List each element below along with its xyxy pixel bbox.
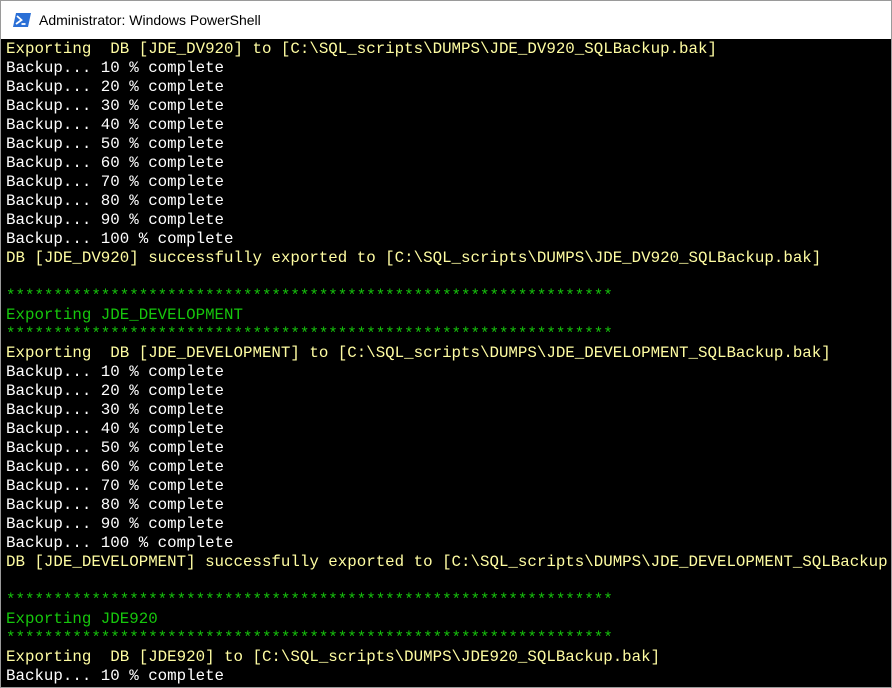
console-line: DB [JDE_DV920] successfully exported to …: [6, 249, 822, 267]
console-line: Backup... 90 % complete: [6, 515, 225, 533]
console-lines: Exporting DB [JDE_DV920] to [C:\SQL_scri…: [6, 40, 892, 687]
console-line: Backup... 50 % complete: [6, 439, 225, 457]
console-line: Backup... 40 % complete: [6, 420, 225, 438]
console-line: Exporting DB [JDE_DEVELOPMENT] to [C:\SQ…: [6, 344, 831, 362]
console-line: Exporting DB [JDE920] to [C:\SQL_scripts…: [6, 648, 661, 666]
console-line: ****************************************…: [6, 629, 613, 647]
console-line: Exporting JDE920: [6, 610, 158, 628]
powershell-icon: [13, 13, 31, 27]
console-line: Backup... 80 % complete: [6, 192, 225, 210]
console-line: Backup... 20 % complete: [6, 78, 225, 96]
console-line: Backup... 80 % complete: [6, 496, 225, 514]
console-line: Backup... 60 % complete: [6, 154, 225, 172]
console-line: Backup... 20 % complete: [6, 382, 225, 400]
title-bar[interactable]: Administrator: Windows PowerShell: [1, 1, 891, 39]
console-line: Backup... 30 % complete: [6, 401, 225, 419]
console-line: Backup... 100 % complete: [6, 534, 234, 552]
console-line: Exporting DB [JDE_DV920] to [C:\SQL_scri…: [6, 40, 717, 58]
console-line: Backup... 10 % complete: [6, 667, 225, 685]
powershell-window: Administrator: Windows PowerShell Export…: [0, 0, 892, 688]
console-line: ****************************************…: [6, 591, 613, 609]
console-line: Backup... 90 % complete: [6, 211, 225, 229]
console-line: Backup... 60 % complete: [6, 458, 225, 476]
console-line: ****************************************…: [6, 287, 613, 305]
console-line: DB [JDE_DEVELOPMENT] successfully export…: [6, 553, 892, 571]
console-line: ****************************************…: [6, 325, 613, 343]
console-line: Backup... 30 % complete: [6, 97, 225, 115]
console-line: Backup... 10 % complete: [6, 59, 225, 77]
console-line: Backup... 70 % complete: [6, 173, 225, 191]
console-line: Backup... 100 % complete: [6, 230, 234, 248]
console-line: Backup... 10 % complete: [6, 363, 225, 381]
console-line: Backup... 50 % complete: [6, 135, 225, 153]
window-title: Administrator: Windows PowerShell: [39, 12, 261, 28]
console-line: Backup... 40 % complete: [6, 116, 225, 134]
console-line: Exporting JDE_DEVELOPMENT: [6, 306, 243, 324]
console-output[interactable]: Exporting DB [JDE_DV920] to [C:\SQL_scri…: [1, 39, 892, 687]
console-line: Backup... 70 % complete: [6, 477, 225, 495]
